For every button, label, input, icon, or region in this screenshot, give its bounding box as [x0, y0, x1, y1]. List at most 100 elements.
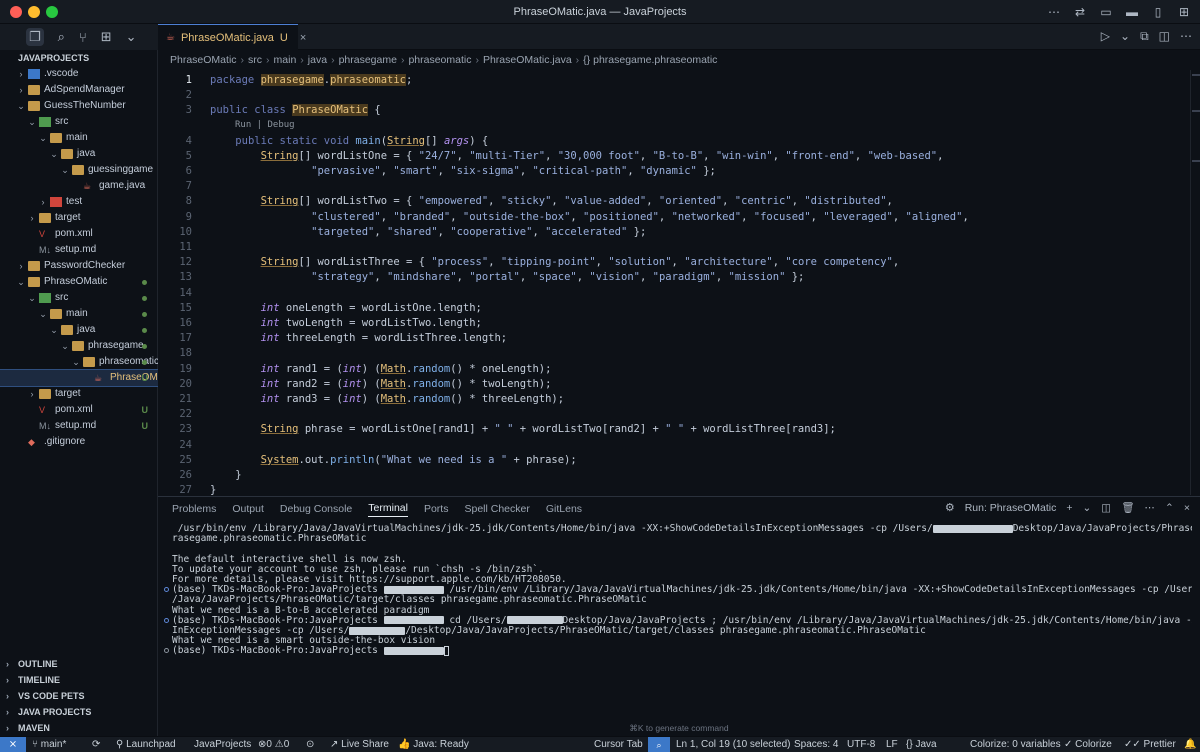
- more-icon[interactable]: ⋯: [1180, 29, 1192, 44]
- command-decoration-icon[interactable]: [164, 617, 169, 623]
- breadcrumb-item[interactable]: phrasegame: [339, 54, 397, 66]
- remote-icon[interactable]: ⨯: [0, 737, 26, 752]
- code-line[interactable]: 9 "clustered", "branded", "outside-the-b…: [158, 210, 1190, 225]
- tree-item[interactable]: Vpom.xml: [0, 226, 158, 242]
- tree-item[interactable]: ⌄ phrasegame: [0, 338, 158, 354]
- customize-layout-icon[interactable]: ⊞: [1176, 4, 1192, 20]
- add-terminal-icon[interactable]: +: [1066, 502, 1072, 514]
- live-share-status[interactable]: ↗ Live Share: [330, 737, 389, 752]
- tree-item[interactable]: ⌄ java: [0, 322, 158, 338]
- tree-item[interactable]: ⌄ java: [0, 146, 158, 162]
- code-line[interactable]: 25 System.out.println("What we need is a…: [158, 453, 1190, 468]
- swap-icon[interactable]: ⇄: [1072, 4, 1088, 20]
- run-icon[interactable]: ▷: [1101, 29, 1110, 44]
- code-line[interactable]: 23 String phrase = wordListOne[rand1] + …: [158, 422, 1190, 437]
- code-line[interactable]: 27}: [158, 483, 1190, 495]
- code-line[interactable]: 16 int twoLength = wordListTwo.length;: [158, 316, 1190, 331]
- code-line[interactable]: 11: [158, 240, 1190, 255]
- tree-item[interactable]: ⌄ GuessTheNumber: [0, 98, 158, 114]
- more-icon[interactable]: ⋯: [1046, 4, 1062, 20]
- chevron-down-icon[interactable]: ⌄: [126, 29, 137, 45]
- more-icon[interactable]: ⋯: [1145, 502, 1156, 514]
- chevron-down-icon[interactable]: ⌄: [1120, 29, 1130, 44]
- tree-item[interactable]: M↓ setup.md: [0, 242, 158, 258]
- indentation-status[interactable]: Spaces: 4: [794, 737, 838, 752]
- launchpad-status[interactable]: ⚲ Launchpad: [116, 737, 176, 752]
- problems-status[interactable]: ⊗0 ⚠0: [258, 737, 289, 752]
- code-line[interactable]: 5 String[] wordListOne = { "24/7", "mult…: [158, 149, 1190, 164]
- tree-item[interactable]: ⌄ guessinggame: [0, 162, 158, 178]
- code-line[interactable]: 21 int rand3 = (int) (Math.random() * th…: [158, 392, 1190, 407]
- section-java-projects[interactable]: › JAVA PROJECTS: [0, 704, 158, 720]
- language-status[interactable]: {} Java: [906, 737, 937, 752]
- eol-status[interactable]: LF: [886, 737, 898, 752]
- search-icon[interactable]: ⌕: [58, 29, 65, 45]
- tree-item[interactable]: Vpom.xml U: [0, 402, 158, 418]
- tree-item[interactable]: › .vscode: [0, 66, 158, 82]
- tree-item[interactable]: › PasswordChecker: [0, 258, 158, 274]
- colorize-variables-status[interactable]: Colorize: 0 variables: [970, 737, 1061, 752]
- java-status[interactable]: 👍 Java: Ready: [398, 737, 469, 752]
- split-editor-icon[interactable]: ◫: [1159, 29, 1170, 44]
- chevron-down-icon[interactable]: ⌄: [1082, 502, 1091, 514]
- cursor-tab-status[interactable]: Cursor Tab: [594, 737, 643, 752]
- panel-tab-spell-checker[interactable]: Spell Checker: [464, 503, 529, 515]
- compare-icon[interactable]: ⧉: [1140, 29, 1149, 44]
- panel-tab-ports[interactable]: Ports: [424, 503, 449, 515]
- project-status[interactable]: JavaProjects: [194, 737, 251, 752]
- tree-item[interactable]: ◆ .gitignore: [0, 434, 158, 450]
- breadcrumb-item[interactable]: PhraseOMatic: [170, 54, 237, 66]
- code-editor[interactable]: 1 package phrasegame.phraseomatic; 2 3 publi…: [158, 70, 1190, 495]
- cursor-position[interactable]: Ln 1, Col 19 (10 selected): [676, 737, 791, 752]
- section-timeline[interactable]: › TIMELINE: [0, 672, 158, 688]
- tree-item[interactable]: ⌄ main: [0, 130, 158, 146]
- panel-tab-gitlens[interactable]: GitLens: [546, 503, 582, 515]
- breadcrumb-item[interactable]: main: [274, 54, 297, 66]
- prettier-status[interactable]: ✓✓ Prettier: [1124, 737, 1176, 752]
- notifications-icon[interactable]: 🔔: [1184, 737, 1196, 752]
- code-line[interactable]: 3 public class PhraseOMatic {: [158, 103, 1190, 118]
- code-line[interactable]: 7: [158, 179, 1190, 194]
- code-line[interactable]: 26 }: [158, 468, 1190, 483]
- tree-item[interactable]: ⌄ src: [0, 114, 158, 130]
- toggle-panel-icon[interactable]: ▬: [1124, 4, 1140, 20]
- breadcrumb-item[interactable]: java: [308, 54, 327, 66]
- tree-item[interactable]: ⌄ src: [0, 290, 158, 306]
- run-terminal-label[interactable]: Run: PhraseOMatic: [965, 502, 1057, 514]
- code-line[interactable]: 15 int oneLength = wordListOne.length;: [158, 301, 1190, 316]
- extensions-icon[interactable]: ⊞: [101, 29, 112, 45]
- editor-scrollbar[interactable]: [1190, 70, 1200, 495]
- breadcrumb-item[interactable]: phraseomatic: [408, 54, 471, 66]
- section-maven[interactable]: › MAVEN: [0, 720, 158, 736]
- command-decoration-icon[interactable]: [164, 587, 169, 593]
- tree-item[interactable]: ⌄ PhraseOMatic: [0, 274, 158, 290]
- colorize-status[interactable]: ✓ Colorize: [1064, 737, 1112, 752]
- close-icon[interactable]: ×: [300, 32, 306, 44]
- panel-tab-problems[interactable]: Problems: [172, 503, 216, 515]
- panel-tab-debug-console[interactable]: Debug Console: [280, 503, 352, 515]
- section-outline[interactable]: › OUTLINE: [0, 656, 158, 672]
- split-terminal-icon[interactable]: ◫: [1101, 502, 1111, 514]
- breadcrumb-item[interactable]: {} phrasegame.phraseomatic: [583, 54, 717, 66]
- tree-item[interactable]: › test: [0, 194, 158, 210]
- tree-item[interactable]: ☕ game.java: [0, 178, 158, 194]
- run-debug-codelens[interactable]: Run | Debug: [235, 119, 295, 131]
- code-line[interactable]: 12 String[] wordListThree = { "process",…: [158, 255, 1190, 270]
- panel-tab-output[interactable]: Output: [232, 503, 264, 515]
- terminal-output[interactable]: /usr/bin/env /Library/Java/JavaVirtualMa…: [162, 521, 1192, 711]
- code-line[interactable]: 17 int threeLength = wordListThree.lengt…: [158, 331, 1190, 346]
- source-control-icon[interactable]: ⑂: [79, 30, 87, 45]
- tree-item[interactable]: ⌄ phraseomatic: [0, 354, 159, 370]
- close-panel-icon[interactable]: ×: [1184, 502, 1190, 514]
- gear-icon[interactable]: ⚙: [945, 501, 955, 514]
- code-line[interactable]: 8 String[] wordListTwo = { "empowered", …: [158, 194, 1190, 209]
- code-line[interactable]: 13 "strategy", "mindshare", "portal", "s…: [158, 270, 1190, 285]
- code-line[interactable]: 1 package phrasegame.phraseomatic;: [158, 73, 1190, 88]
- trash-icon[interactable]: 🗑: [1121, 501, 1134, 514]
- code-line[interactable]: 10 "targeted", "shared", "cooperative", …: [158, 225, 1190, 240]
- ports-icon[interactable]: ⊙: [306, 737, 314, 752]
- code-line[interactable]: 19 int rand1 = (int) (Math.random() * on…: [158, 362, 1190, 377]
- toggle-sidebar-icon[interactable]: ▭: [1098, 4, 1114, 20]
- panel-tab-terminal[interactable]: Terminal: [368, 502, 408, 517]
- command-decoration-icon[interactable]: [164, 648, 169, 654]
